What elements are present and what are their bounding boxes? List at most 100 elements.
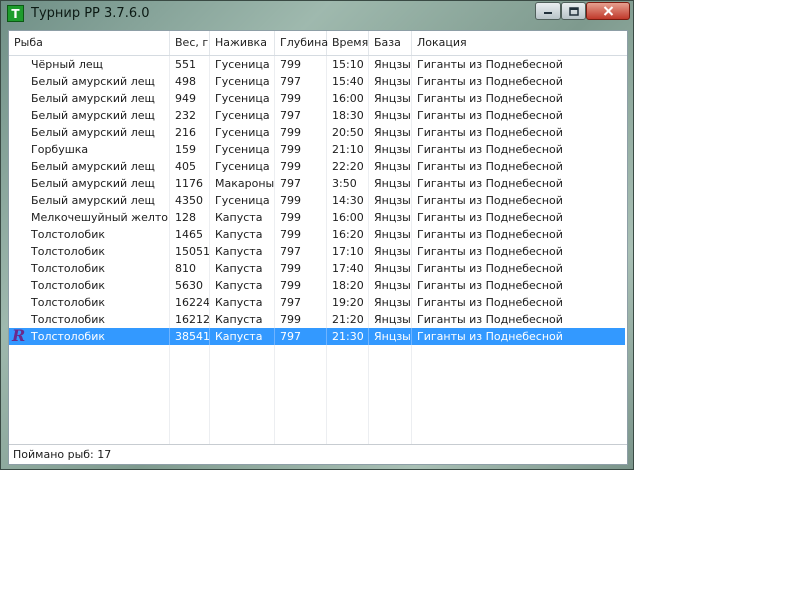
cell-time	[327, 379, 369, 396]
cell-weight: 4350	[175, 194, 203, 207]
cell-weight	[170, 396, 210, 413]
cell-time: 19:20	[332, 296, 364, 309]
column-header-bait[interactable]: Наживка	[210, 31, 275, 55]
table-row[interactable]: Толстолобик 16212 Капуста 799 21:20 Янцзы Гига…	[9, 311, 625, 328]
table-row[interactable]: Толстолобик 38541 Капуста 797 21:30 Янцзы Гига…	[9, 326, 625, 345]
table-row[interactable]: Белый амурский лещ 949 Гусеница 799 16:00 Янц…	[9, 90, 625, 107]
cell-base	[369, 362, 412, 379]
caught-count: Поймано рыб: 17	[13, 448, 112, 461]
cell-weight: 1176	[175, 177, 203, 190]
cell-depth	[275, 345, 327, 362]
cell-location: Гиганты из Поднебесной	[417, 211, 563, 224]
table-row[interactable]: Горбушка 159 Гусеница 799 21:10 Янцзы Гиганты …	[9, 141, 625, 158]
cell-weight: 1465	[175, 228, 203, 241]
column-header-fish[interactable]: Рыба	[9, 31, 170, 55]
cell-bait	[210, 362, 275, 379]
cell-depth: 799	[280, 262, 301, 275]
cell-location: Гиганты из Поднебесной	[417, 245, 563, 258]
record-marker-icon: R	[12, 326, 26, 345]
cell-location: Гиганты из Поднебесной	[417, 313, 563, 326]
cell-location: Гиганты из Поднебесной	[417, 279, 563, 292]
cell-time	[327, 413, 369, 430]
cell-base: Янцзы	[374, 296, 411, 309]
cell-location	[412, 362, 625, 379]
cell-depth: 797	[280, 245, 301, 258]
cell-bait: Капуста	[215, 262, 263, 275]
cell-weight: 16212	[175, 313, 210, 326]
cell-fish: Белый амурский лещ	[31, 126, 155, 139]
cell-fish	[9, 345, 170, 362]
catch-list-view[interactable]: Рыба Вес, г Наживка Глубина Время База Л…	[8, 30, 628, 465]
cell-bait	[210, 379, 275, 396]
table-row[interactable]: Толстолобик 810 Капуста 799 17:40 Янцзы Гигант…	[9, 260, 625, 277]
table-row[interactable]: Белый амурский лещ 4350 Гусеница 799 14:30 Ян…	[9, 192, 625, 209]
table-row[interactable]: Толстолобик 1465 Капуста 799 16:20 Янцзы Гиган…	[9, 226, 625, 243]
table-row[interactable]: Белый амурский лещ 405 Гусеница 799 22:20 Янц…	[9, 158, 625, 175]
cell-location: Гиганты из Поднебесной	[417, 126, 563, 139]
table-row[interactable]: Чёрный лещ 551 Гусеница 799 15:10 Янцзы Гигант…	[9, 56, 625, 73]
cell-depth: 799	[280, 313, 301, 326]
cell-depth: 799	[280, 143, 301, 156]
column-header-weight[interactable]: Вес, г	[170, 31, 210, 55]
cell-time: 3:50	[332, 177, 357, 190]
cell-location: Гиганты из Поднебесной	[417, 109, 563, 122]
cell-depth: 799	[280, 279, 301, 292]
maximize-icon	[568, 6, 579, 16]
cell-bait: Капуста	[215, 296, 263, 309]
minimize-button[interactable]	[535, 2, 561, 20]
empty-row	[9, 413, 625, 430]
cell-time	[327, 362, 369, 379]
cell-fish: Толстолобик	[31, 279, 106, 292]
cell-bait: Гусеница	[215, 160, 270, 173]
cell-bait: Капуста	[215, 245, 263, 258]
cell-location: Гиганты из Поднебесной	[417, 228, 563, 241]
cell-bait: Капуста	[215, 313, 263, 326]
cell-location: Гиганты из Поднебесной	[417, 330, 563, 343]
cell-bait	[210, 396, 275, 413]
maximize-button[interactable]	[561, 2, 586, 20]
column-header-location[interactable]: Локация	[412, 31, 627, 55]
cell-depth: 799	[280, 194, 301, 207]
column-header-time[interactable]: Время	[327, 31, 369, 55]
cell-fish: Горбушка	[31, 143, 89, 156]
table-row[interactable]: Толстолобик 15051 Капуста 797 17:10 Янцзы Гига…	[9, 243, 625, 260]
table-row[interactable]: Белый амурский лещ 216 Гусеница 799 20:50 Янц…	[9, 124, 625, 141]
cell-time: 18:20	[332, 279, 364, 292]
window-title: Турнир РР 3.7.6.0	[31, 6, 150, 21]
cell-fish: Толстолобик	[31, 228, 106, 241]
cell-bait: Гусеница	[215, 92, 270, 105]
cell-location: Гиганты из Поднебесной	[417, 75, 563, 88]
cell-bait: Капуста	[215, 330, 263, 343]
cell-fish: Толстолобик	[31, 262, 106, 275]
cell-weight: 810	[175, 262, 196, 275]
table-row[interactable]: Белый амурский лещ 1176 Макароны 797 3:50 Янц…	[9, 175, 625, 192]
cell-location: Гиганты из Поднебесной	[417, 296, 563, 309]
table-row[interactable]: Толстолобик 16224 Капуста 797 19:20 Янцзы Гига…	[9, 294, 625, 311]
app-icon[interactable]: T	[7, 5, 24, 22]
title-bar[interactable]: T Турнир РР 3.7.6.0	[1, 1, 633, 27]
column-header-depth[interactable]: Глубина	[275, 31, 328, 55]
close-icon	[603, 6, 613, 16]
column-header-base[interactable]: База	[369, 31, 412, 55]
cell-weight: 159	[175, 143, 196, 156]
cell-bait: Гусеница	[215, 143, 270, 156]
cell-base: Янцзы	[374, 262, 411, 275]
cell-weight: 15051	[175, 245, 210, 258]
cell-depth	[275, 396, 327, 413]
table-row[interactable]: Толстолобик 5630 Капуста 799 18:20 Янцзы Гиган…	[9, 277, 625, 294]
cell-bait: Капуста	[215, 279, 263, 292]
cell-weight: 949	[175, 92, 196, 105]
cell-depth: 799	[280, 126, 301, 139]
cell-depth: 799	[280, 211, 301, 224]
cell-location	[412, 413, 625, 430]
table-row[interactable]: Белый амурский лещ 232 Гусеница 797 18:30 Янц…	[9, 107, 625, 124]
cell-base: Янцзы	[374, 194, 411, 207]
cell-fish: Толстолобик	[31, 313, 106, 326]
table-row[interactable]: Белый амурский лещ 498 Гусеница 797 15:40 Янц…	[9, 73, 625, 90]
cell-time: 15:40	[332, 75, 364, 88]
table-row[interactable]: Мелкочешуйный желтопёр 128 Капуста 799 16:00…	[9, 209, 625, 226]
close-button[interactable]	[586, 2, 630, 20]
cell-depth: 799	[280, 160, 301, 173]
cell-base: Янцзы	[374, 245, 411, 258]
cell-time: 16:20	[332, 228, 364, 241]
